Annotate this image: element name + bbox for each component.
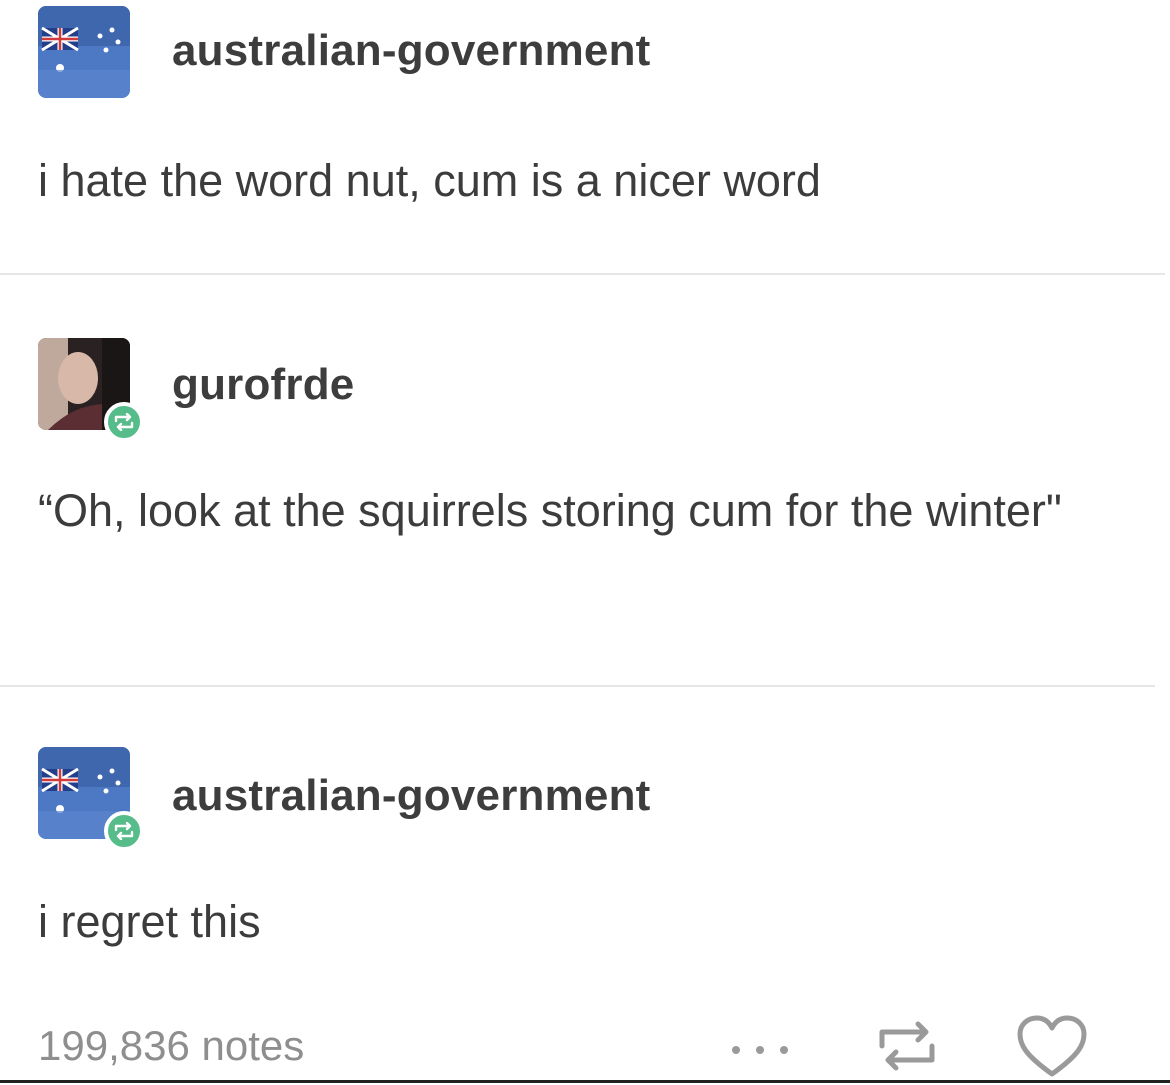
thread-entry: australian-government i hate the word nu… xyxy=(0,0,1170,275)
reblog-icon[interactable] xyxy=(872,1016,942,1076)
username[interactable]: gurofrde xyxy=(172,360,354,410)
thread-entry: gurofrde “Oh, look at the squirrels stor… xyxy=(0,275,1170,687)
post-text: i regret this xyxy=(38,896,261,947)
post-thread: australian-government i hate the word nu… xyxy=(0,0,1170,1085)
username[interactable]: australian-government xyxy=(172,771,651,821)
thread-entry: australian-government i regret this xyxy=(0,687,1170,1010)
notes-count[interactable]: 199,836 notes xyxy=(38,1022,304,1070)
reblog-badge-icon xyxy=(104,402,144,442)
like-icon[interactable] xyxy=(1014,1014,1090,1080)
avatar[interactable] xyxy=(38,747,144,851)
australian-flag-avatar-icon xyxy=(38,6,130,98)
avatar[interactable] xyxy=(38,6,130,98)
post-text: “Oh, look at the squirrels storing cum f… xyxy=(38,485,1062,536)
more-icon[interactable] xyxy=(722,1030,798,1070)
bottom-border xyxy=(0,1080,1170,1083)
reblog-badge-icon xyxy=(104,811,144,851)
post-text: i hate the word nut, cum is a nicer word xyxy=(38,155,821,206)
post-footer: 199,836 notes xyxy=(0,1010,1170,1085)
avatar[interactable] xyxy=(38,338,144,442)
username[interactable]: australian-government xyxy=(172,26,651,76)
